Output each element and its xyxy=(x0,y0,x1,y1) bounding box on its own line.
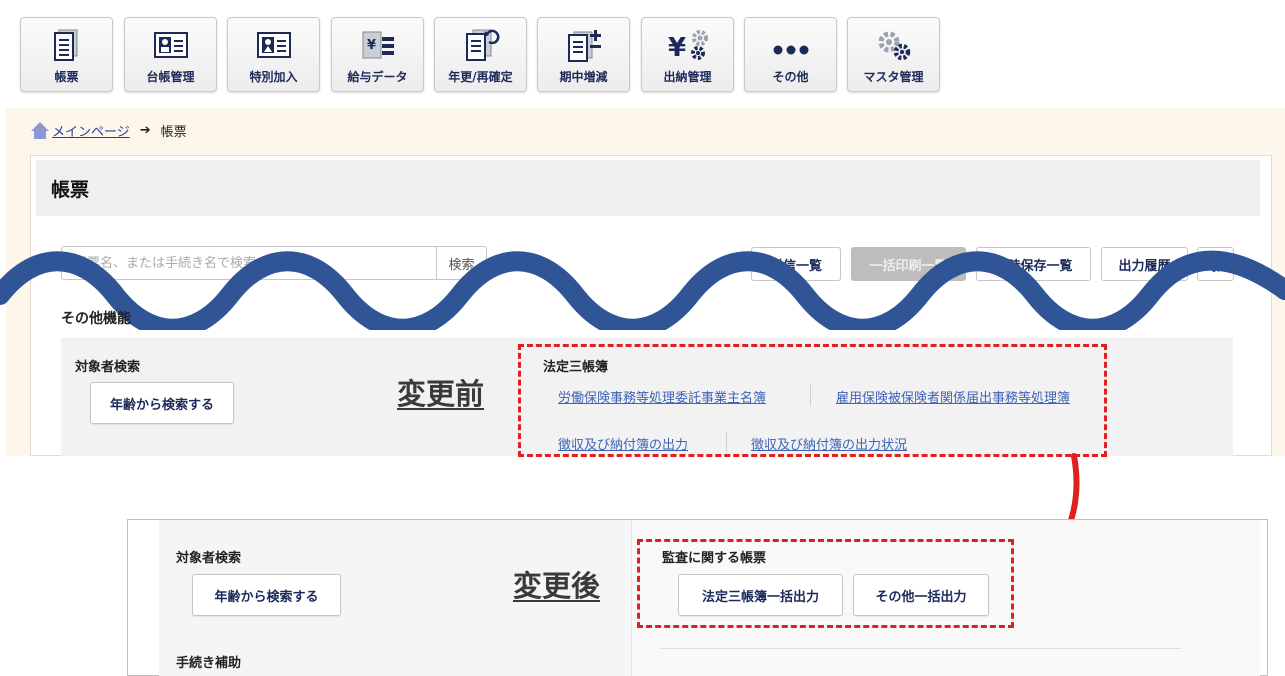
breadcrumb: メインページ ➔ 帳票 xyxy=(30,120,187,140)
breadcrumb-current: 帳票 xyxy=(160,124,187,140)
collection-payment-status-link[interactable]: 徴収及び納付簿の出力状況 xyxy=(751,434,907,453)
toolbar-midterm-change-button[interactable]: 期中増減 xyxy=(537,17,630,92)
toolbar-special-join-button[interactable]: 特別加入 xyxy=(227,17,320,92)
target-search-label: 対象者検索 xyxy=(75,360,141,375)
legal-three-books-title: 法定三帳簿 xyxy=(543,360,609,375)
toolbar-label: その他 xyxy=(772,70,809,84)
id-card-icon xyxy=(125,28,216,62)
age-search-button[interactable]: 年齢から検索する xyxy=(192,574,341,616)
page-header xyxy=(36,160,1260,216)
toolbar-label: 帳票 xyxy=(54,70,79,84)
toolbar-label: 期中増減 xyxy=(559,70,608,84)
employment-insurance-register-link[interactable]: 雇用保険被保険者関係届出事務等処理簿 xyxy=(836,387,1070,406)
page-title: 帳票 xyxy=(51,179,90,201)
toolbar-label: 出納管理 xyxy=(663,70,712,84)
link-separator xyxy=(726,431,727,453)
toolbar-salary-data-button[interactable]: ¥ 給与データ xyxy=(331,17,424,92)
svg-text:¥: ¥ xyxy=(367,38,376,53)
person-card-icon xyxy=(228,28,319,62)
collection-payment-book-link[interactable]: 徴収及び納付簿の出力 xyxy=(558,434,688,453)
plus-minus-document-icon xyxy=(538,28,629,62)
toolbar-other-button[interactable]: その他 xyxy=(744,17,837,92)
breadcrumb-arrow-icon: ➔ xyxy=(139,122,151,138)
toolbar-label: 特別加入 xyxy=(249,70,298,84)
home-icon xyxy=(31,122,49,139)
toolbar-label: マスタ管理 xyxy=(863,70,924,84)
toolbar-label: 台帳管理 xyxy=(146,70,195,84)
other-bulk-output-button[interactable]: その他一括出力 xyxy=(853,574,989,616)
document-icon xyxy=(21,28,112,62)
employer-register-link[interactable]: 労働保険事務等処理委託事業主名簿 xyxy=(558,387,766,406)
toolbar-cash-management-button[interactable]: ¥ 出納管理 xyxy=(641,17,734,92)
toolbar-annual-update-button[interactable]: 年更/再確定 xyxy=(434,17,527,92)
toolbar-forms-button[interactable]: 帳票 xyxy=(20,17,113,92)
after-label: 変更後 xyxy=(513,569,601,603)
other-functions-heading: その他機能 xyxy=(61,311,131,327)
yen-gear-icon: ¥ xyxy=(642,28,733,62)
breadcrumb-home-link[interactable]: メインページ xyxy=(52,121,130,140)
more-dots-icon xyxy=(745,28,836,62)
wave-divider xyxy=(0,250,1285,330)
age-search-button[interactable]: 年齢から検索する xyxy=(90,382,234,424)
toolbar-label: 給与データ xyxy=(347,70,408,84)
legal-books-bulk-output-button[interactable]: 法定三帳簿一括出力 xyxy=(678,574,843,616)
toolbar-master-management-button[interactable]: マスタ管理 xyxy=(847,17,940,92)
audit-forms-title: 監査に関する帳票 xyxy=(662,551,767,566)
annual-update-icon xyxy=(435,28,526,62)
toolbar-ledger-button[interactable]: 台帳管理 xyxy=(124,17,217,92)
target-search-label: 対象者検索 xyxy=(176,551,242,566)
link-separator xyxy=(810,384,811,406)
toolbar-label: 年更/再確定 xyxy=(448,70,513,84)
salary-icon: ¥ xyxy=(332,28,423,62)
before-label: 変更前 xyxy=(397,377,485,411)
gears-icon xyxy=(848,28,939,62)
procedure-help-label: 手続き補助 xyxy=(176,656,242,671)
divider-line xyxy=(661,648,1181,649)
svg-text:¥: ¥ xyxy=(668,33,686,62)
